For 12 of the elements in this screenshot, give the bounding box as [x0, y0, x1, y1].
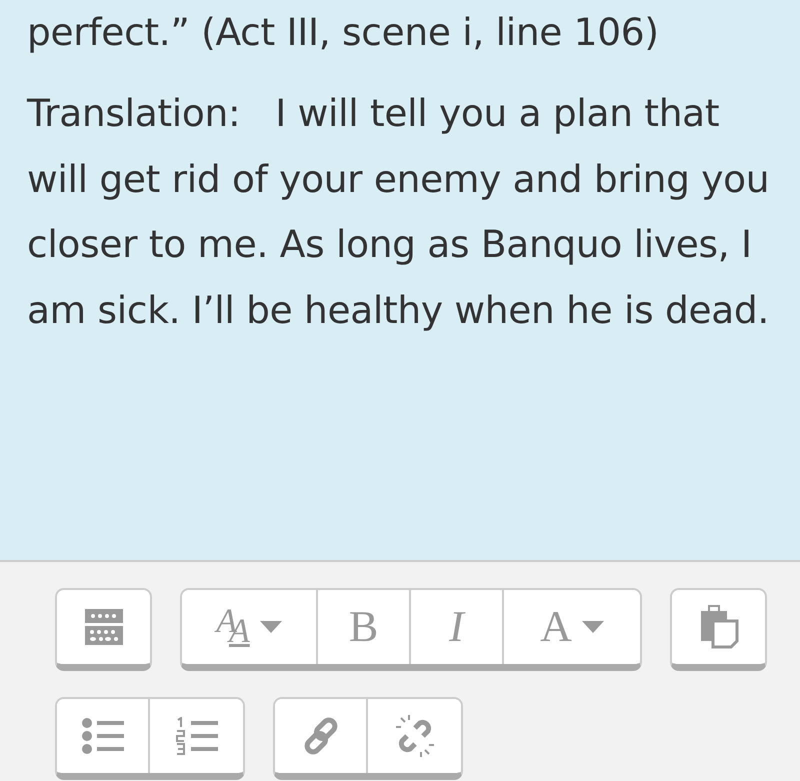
toolbar-icon [84, 608, 124, 646]
bullet-list-button[interactable] [57, 699, 150, 773]
caret-icon [582, 621, 604, 633]
clipboard-icon [698, 605, 738, 649]
toggle-toolbar-button[interactable] [57, 590, 150, 664]
bullet-list-icon [80, 717, 124, 755]
link-button[interactable] [275, 699, 368, 773]
numbered-list-icon [174, 717, 218, 755]
paragraph: Translation: I will tell you a plan that will get rid of your enemy and bring you closer to me. As long as Banquo lives, I am sick. I’ll be healthy when he is dead. [27, 90, 770, 334]
paragraph: perfect.” (Act III, scene i, line 106) [27, 9, 660, 56]
caret-icon [260, 621, 282, 633]
paste-button[interactable] [672, 590, 765, 664]
